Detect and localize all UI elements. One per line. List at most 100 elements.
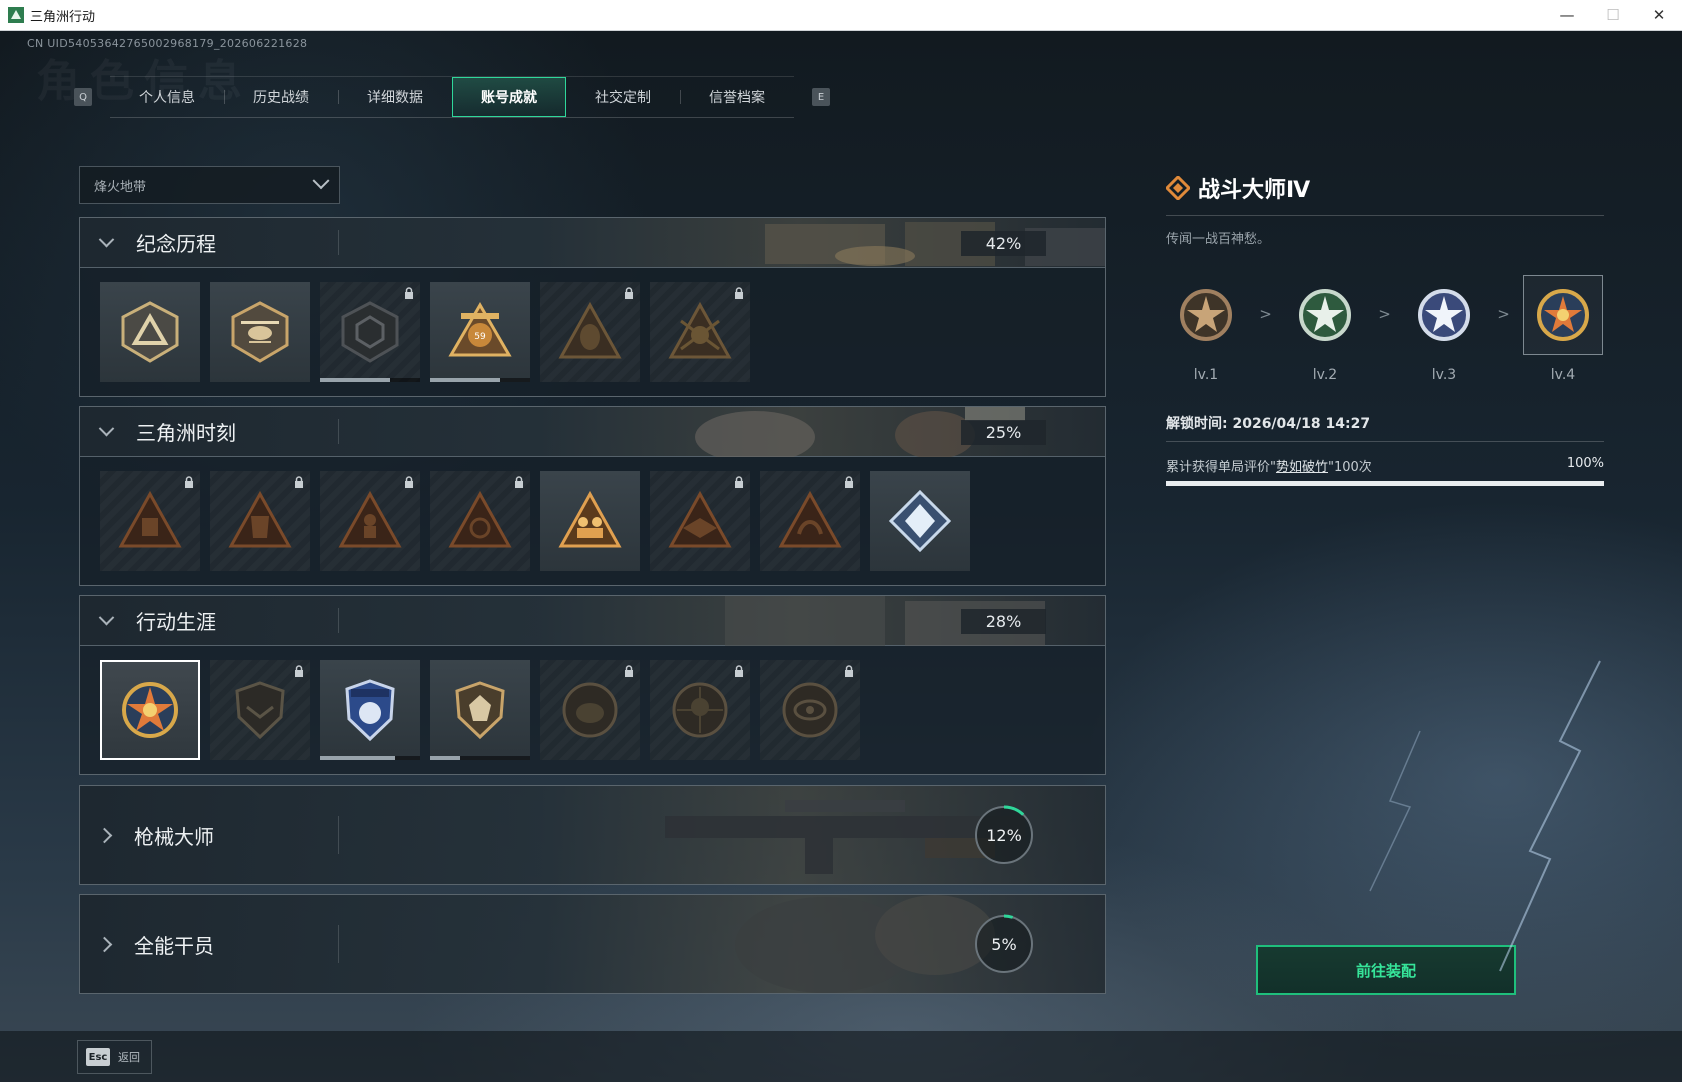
badge-list bbox=[80, 457, 1105, 585]
badge-planet[interactable] bbox=[540, 660, 640, 760]
eye-badge-icon bbox=[782, 682, 838, 738]
level-label: lv.4 bbox=[1550, 367, 1576, 383]
badge-eagle-triangle[interactable] bbox=[650, 471, 750, 571]
section-header[interactable]: 纪念历程 42% bbox=[80, 218, 1105, 268]
badge-helicopter[interactable] bbox=[210, 282, 310, 382]
section-header[interactable]: 行动生涯 28% bbox=[80, 596, 1105, 646]
tab-social-custom[interactable]: 社交定制 bbox=[566, 77, 680, 117]
lock-icon bbox=[295, 476, 303, 488]
skull-triangle-icon bbox=[668, 301, 732, 359]
section-header[interactable]: 三角洲时刻 25% bbox=[80, 407, 1105, 457]
lock-icon bbox=[185, 476, 193, 488]
badge-dragon-triangle[interactable] bbox=[760, 471, 860, 571]
section-title: 纪念历程 bbox=[136, 232, 216, 256]
chevron-down-icon bbox=[312, 172, 330, 190]
badge-star-medal[interactable] bbox=[100, 660, 200, 760]
tab-list: 个人信息 历史战绩 详细数据 账号成就 社交定制 信誉档案 bbox=[110, 76, 794, 118]
chevron-right-icon bbox=[96, 827, 113, 843]
go-equip-button[interactable]: 前往装配 bbox=[1256, 945, 1516, 995]
detail-header: 战斗大师Ⅳ bbox=[1166, 171, 1604, 205]
game-viewport: 角色信息 CN UID5405364276500296817​9_2026062… bbox=[0, 31, 1682, 1082]
window-title: 三角洲行动 bbox=[30, 9, 96, 25]
hex-shield-icon bbox=[341, 301, 399, 363]
badge-eye[interactable] bbox=[760, 660, 860, 760]
badge-tiger-crest[interactable]: 59 bbox=[430, 282, 530, 382]
badge-backpack-triangle[interactable] bbox=[100, 471, 200, 571]
lock-icon bbox=[735, 287, 743, 299]
next-tab-key-hint[interactable]: E bbox=[812, 88, 830, 106]
condition-highlight[interactable]: 势如破竹 bbox=[1276, 456, 1328, 475]
section-title: 行动生涯 bbox=[136, 610, 216, 634]
level-arrow: > bbox=[1497, 305, 1510, 323]
tab-personal-info[interactable]: 个人信息 bbox=[110, 77, 224, 117]
planet-badge-icon bbox=[562, 682, 618, 738]
crystal-diamond-icon bbox=[888, 489, 952, 553]
section-title: 枪械大师 bbox=[134, 824, 214, 849]
tab-detailed-data[interactable]: 详细数据 bbox=[338, 77, 452, 117]
wing-shield-icon bbox=[235, 681, 285, 740]
level-2[interactable]: lv.2 bbox=[1285, 275, 1365, 383]
badge-gem-shield[interactable] bbox=[430, 660, 530, 760]
chevron-down-icon bbox=[98, 609, 115, 626]
condition-suffix: "100次 bbox=[1328, 460, 1372, 475]
level-arrow: > bbox=[1259, 305, 1272, 323]
badge-squad-triangle[interactable] bbox=[540, 471, 640, 571]
level-4[interactable]: lv.4 bbox=[1523, 275, 1603, 383]
esc-key-hint: Esc bbox=[86, 1048, 110, 1066]
tab-achievements[interactable]: 账号成就 bbox=[452, 77, 566, 117]
badge-wing-shield[interactable] bbox=[210, 660, 310, 760]
prev-tab-key-hint[interactable]: Q bbox=[74, 88, 92, 106]
tab-credit-record[interactable]: 信誉档案 bbox=[680, 77, 794, 117]
backpack-triangle-icon bbox=[118, 490, 182, 548]
minimize-button[interactable]: — bbox=[1544, 0, 1590, 30]
lock-icon bbox=[735, 665, 743, 677]
section-header[interactable]: 全能干员 5% bbox=[80, 895, 1105, 993]
tab-match-history[interactable]: 历史战绩 bbox=[224, 77, 338, 117]
badge-progress-fill bbox=[430, 756, 460, 760]
diamond-icon bbox=[1166, 176, 1190, 200]
window-titlebar: 三角洲行动 — ☐ ✕ bbox=[0, 0, 1682, 31]
lock-icon bbox=[845, 476, 853, 488]
unlock-time: 解锁时间: 2026/04/18 14:27 bbox=[1166, 416, 1371, 432]
badge-crystal-diamond[interactable] bbox=[870, 471, 970, 571]
badge-vest-triangle[interactable] bbox=[210, 471, 310, 571]
achievement-detail-panel: 战斗大师Ⅳ 传闻一战百神愁。 lv.1 > lv.2 > lv.3 > lv.4… bbox=[1166, 171, 1604, 486]
mode-dropdown[interactable]: 烽火地带 bbox=[79, 166, 340, 204]
header-divider bbox=[338, 419, 339, 444]
divider bbox=[1166, 441, 1604, 442]
badge-progress-bar bbox=[430, 756, 530, 760]
divider bbox=[1166, 215, 1604, 216]
badge-skull-target[interactable] bbox=[650, 660, 750, 760]
badge-hooded-figure[interactable] bbox=[540, 282, 640, 382]
chevron-right-icon bbox=[96, 936, 113, 952]
section-title: 全能干员 bbox=[134, 933, 214, 958]
badge-delta-triangle[interactable] bbox=[100, 282, 200, 382]
level-3[interactable]: lv.3 bbox=[1404, 275, 1484, 383]
close-button[interactable]: ✕ bbox=[1636, 0, 1682, 30]
detail-title: 战斗大师Ⅳ bbox=[1198, 178, 1311, 203]
badge-skull-triangle[interactable] bbox=[650, 282, 750, 382]
section-header[interactable]: 枪械大师 12% bbox=[80, 786, 1105, 884]
level-label: lv.3 bbox=[1431, 367, 1457, 383]
back-button[interactable]: Esc 返回 bbox=[77, 1040, 152, 1074]
section-percent: 5% bbox=[991, 934, 1017, 954]
vest-triangle-icon bbox=[228, 490, 292, 548]
badge-soldier-triangle[interactable] bbox=[320, 471, 420, 571]
gold-star-medal-icon bbox=[1537, 289, 1589, 341]
maximize-button[interactable]: ☐ bbox=[1590, 0, 1636, 30]
badge-list bbox=[80, 646, 1105, 774]
badge-list: 59 bbox=[80, 268, 1105, 396]
green-star-medal-icon bbox=[1299, 289, 1351, 341]
section-progress-ring: 5% bbox=[973, 913, 1035, 975]
section-percent: 42% bbox=[961, 231, 1046, 256]
level-1[interactable]: lv.1 bbox=[1166, 275, 1246, 383]
lock-icon bbox=[515, 476, 523, 488]
dragon-triangle-icon bbox=[778, 490, 842, 548]
badge-blue-shield[interactable] bbox=[320, 660, 420, 760]
badge-crosshair-triangle[interactable] bbox=[430, 471, 530, 571]
header-divider bbox=[338, 925, 339, 963]
badge-hex-shield[interactable] bbox=[320, 282, 420, 382]
skull-target-icon bbox=[672, 682, 728, 738]
level-badge bbox=[1523, 275, 1603, 355]
back-label: 返回 bbox=[118, 1051, 140, 1064]
